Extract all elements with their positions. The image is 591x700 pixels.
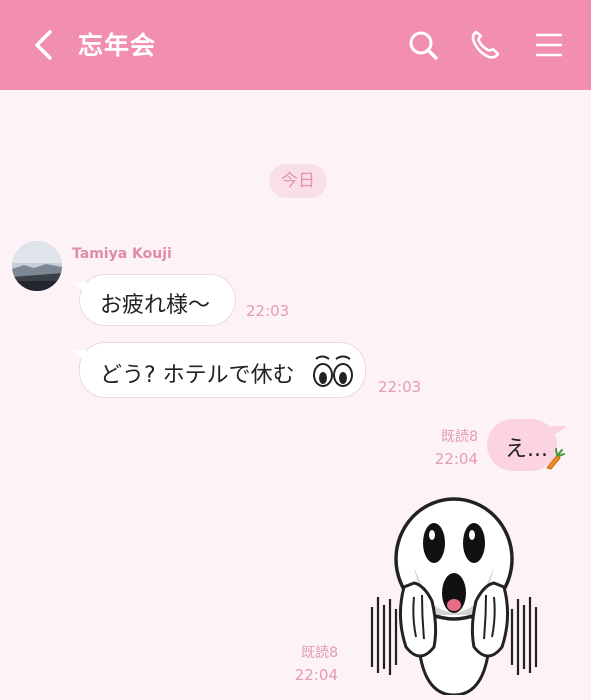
incoming-message-bubble[interactable]: お疲れ様〜 (79, 274, 236, 326)
message-time: 22:04 (434, 450, 478, 468)
message-text: お疲れ様〜 (100, 293, 211, 318)
message-text: どう? ホテルで休む (100, 363, 295, 388)
chat-title: 忘年会 (78, 31, 157, 60)
message-text: え... (505, 437, 548, 462)
eyes-emoji-icon (313, 355, 353, 387)
bubble-tail (551, 426, 567, 436)
bubble-tail (72, 282, 86, 292)
message-time: 22:03 (246, 302, 290, 320)
message-meta: 既読8 22:04 (280, 642, 338, 686)
bubble-tail (72, 350, 86, 360)
sender-name: Tamiya Kouji (72, 246, 172, 262)
search-icon[interactable] (406, 28, 440, 62)
read-receipt: 既読8 (441, 429, 478, 445)
chat-header: 忘年会 (0, 0, 591, 90)
read-receipt: 既読8 (301, 645, 338, 661)
message-time: 22:03 (378, 378, 422, 396)
sticker-shocked-face[interactable] (366, 497, 542, 695)
date-separator: 今日 (269, 164, 327, 198)
phone-icon[interactable] (468, 28, 502, 62)
avatar[interactable] (12, 241, 62, 291)
message-meta: 既読8 22:04 (420, 426, 478, 470)
avatar-photo (12, 241, 62, 291)
menu-icon[interactable] (532, 28, 566, 62)
back-icon[interactable] (30, 28, 58, 62)
carrot-emoji-icon (546, 448, 565, 470)
outgoing-message-bubble[interactable]: え... (487, 419, 565, 471)
message-time: 22:04 (294, 666, 338, 684)
incoming-message-bubble[interactable]: どう? ホテルで休む (79, 342, 366, 398)
